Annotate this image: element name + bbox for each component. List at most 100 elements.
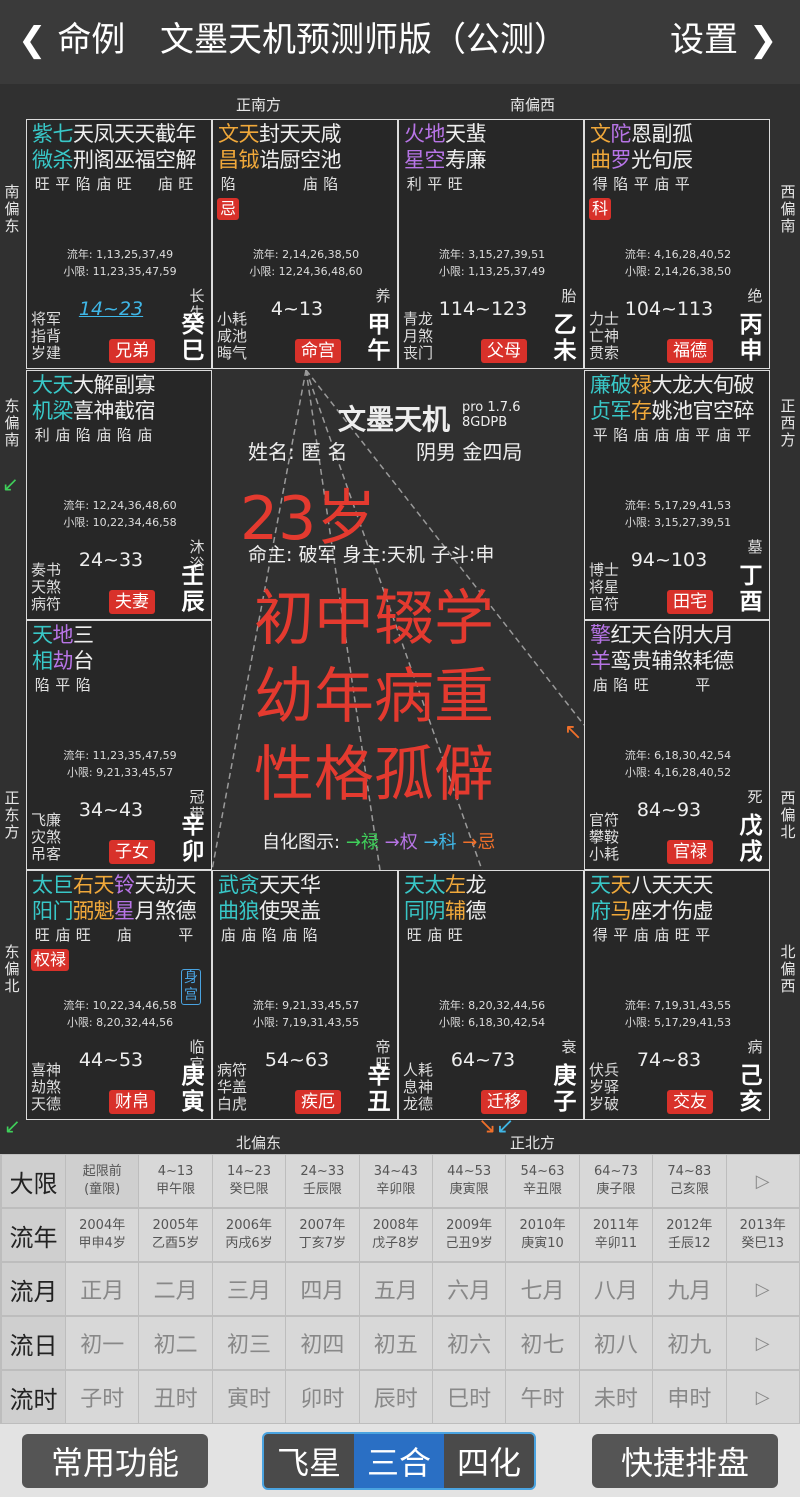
timeline-cell[interactable]: 2011年 辛卯11 <box>579 1209 653 1261</box>
life-stage: 墓 <box>747 538 763 556</box>
timeline-cell[interactable]: 2008年 戊子8岁 <box>359 1209 432 1261</box>
settings-label: 设置 <box>670 20 738 60</box>
palace-cell[interactable]: 紫 微旺七 杀平天 刑陷凤 阁庙天 巫旺天 福截 空庙年 解旺流年: 1,13,… <box>26 119 212 369</box>
timeline-cell[interactable]: 初五 <box>359 1317 432 1369</box>
next-page-button[interactable]: ▷ <box>726 1263 799 1315</box>
flow-info: 流年: 11,23,35,47,59 小限: 9,21,33,45,57 <box>27 747 211 781</box>
timeline-cell[interactable]: 初一 <box>66 1317 139 1369</box>
timeline-cell[interactable]: 初七 <box>506 1317 579 1369</box>
timeline-cell[interactable]: 八月 <box>579 1263 653 1315</box>
timeline-cell[interactable]: 正月 <box>66 1263 139 1315</box>
timeline-cell[interactable]: 卯时 <box>286 1371 359 1423</box>
next-page-button[interactable]: ▷ <box>726 1371 799 1423</box>
timeline-cell[interactable]: 子时 <box>66 1371 139 1423</box>
star-brightness: 平 <box>695 676 711 694</box>
god-item: 将军 <box>31 310 62 328</box>
timeline-cell[interactable]: 2004年 甲申4岁 <box>66 1209 139 1261</box>
cell-line1: 2008年 <box>372 1218 419 1233</box>
timeline-cell[interactable]: 34~43 辛卯限 <box>359 1155 432 1207</box>
star-brightness: 庙 <box>654 175 670 193</box>
timeline-cell[interactable]: 初九 <box>653 1317 726 1369</box>
timeline-cell[interactable]: 64~73 庚子限 <box>579 1155 653 1207</box>
timeline-cell[interactable]: 4~13 甲午限 <box>139 1155 212 1207</box>
star: 副 旬庙 <box>652 121 673 195</box>
timeline-cell[interactable]: 2013年 癸巳13 <box>726 1209 799 1261</box>
timeline-cell[interactable]: 24~33 壬辰限 <box>286 1155 359 1207</box>
palace-name: 子女 <box>109 840 155 864</box>
next-page-button[interactable]: ▷ <box>726 1317 799 1369</box>
timeline-cell[interactable]: 未时 <box>579 1371 653 1423</box>
star-name: 天 德 <box>175 873 197 923</box>
settings-button[interactable]: 设置 ❯ <box>670 18 777 62</box>
gods-list: 博士 将星 官符 <box>589 562 619 613</box>
palace-cell[interactable]: 天 府得天 马平八 座庙天 才庙天 伤旺天 虚平流年: 7,19,31,43,5… <box>584 870 770 1120</box>
timeline-cell[interactable]: 五月 <box>359 1263 432 1315</box>
cell-line1: 2006年 <box>225 1218 273 1233</box>
palace-cell[interactable]: 文 昌陷天 钺封 诰天 厨天 空庙咸 池陷忌流年: 2,14,26,38,50 小… <box>212 119 398 369</box>
star-brightness: 陷 <box>34 676 50 694</box>
timeline-cell[interactable]: 二月 <box>139 1263 212 1315</box>
timeline-cell[interactable]: 2009年 己丑9岁 <box>432 1209 506 1261</box>
common-functions-button[interactable]: 常用功能 <box>22 1434 208 1488</box>
timeline-cell[interactable]: 起限前 (童限) <box>66 1155 139 1207</box>
timeline-cell[interactable]: 九月 <box>653 1263 726 1315</box>
timeline-cell[interactable]: 申时 <box>653 1371 726 1423</box>
palace-cell[interactable]: 大 机利天 梁庙大 喜陷解 神庙副 截陷寡 宿庙流年: 12,24,36,48,… <box>26 370 212 620</box>
palace-cell[interactable]: 廉 贞平破 军陷禄 存庙大 姚庙龙 池庙大 官平旬 空庙破 碎平流年: 5,17… <box>584 370 770 620</box>
next-page-button[interactable]: ▷ <box>726 1155 799 1207</box>
star-list: 天 相陷地 劫平三 台陷 <box>32 622 94 696</box>
timeline-cell[interactable]: 四月 <box>286 1263 359 1315</box>
star-name: 龙 德 <box>465 873 487 923</box>
timeline-cell[interactable]: 初四 <box>286 1317 359 1369</box>
quick-chart-button[interactable]: 快捷排盘 <box>592 1434 778 1488</box>
direction-label: 正东方 <box>4 789 20 841</box>
palace-cell[interactable]: 天 同旺太 阴庙左 辅旺龙 德流年: 8,20,32,44,56 小限: 6,18… <box>398 870 584 1120</box>
star: 年 解旺 <box>176 121 197 195</box>
god-item: 岁驿 <box>589 1078 620 1096</box>
timeline-cell[interactable]: 丑时 <box>139 1371 212 1423</box>
gods-list: 奏书 天煞 病符 <box>31 562 61 613</box>
sihua-tab[interactable]: 四化 <box>444 1434 534 1488</box>
timeline-cell[interactable]: 44~53 庚寅限 <box>432 1155 506 1207</box>
feixing-tab[interactable]: 飞星 <box>264 1434 354 1488</box>
timeline-cell[interactable]: 巳时 <box>432 1371 506 1423</box>
palace-cell[interactable]: 天 相陷地 劫平三 台陷流年: 11,23,35,47,59 小限: 9,21,3… <box>26 620 212 870</box>
star-brightness: 旺 <box>674 926 690 944</box>
star-brightness: 得 <box>592 175 608 193</box>
timeline-cell[interactable]: 74~83 己亥限 <box>653 1155 726 1207</box>
timeline-cell[interactable]: 寅时 <box>212 1371 286 1423</box>
timeline-cell[interactable]: 2005年 乙酉5岁 <box>139 1209 212 1261</box>
star-brightness: 旺 <box>34 926 50 944</box>
palace-cell[interactable]: 擎 羊庙红 鸾陷天 贵旺台 辅阴 煞大 耗平月 德流年: 6,18,30,42,… <box>584 620 770 870</box>
star: 咸 池陷 <box>321 121 342 195</box>
timeline-cell[interactable]: 六月 <box>432 1263 506 1315</box>
timeline-cell[interactable]: 2012年 壬辰12 <box>653 1209 726 1261</box>
timeline-cell[interactable]: 辰时 <box>359 1371 432 1423</box>
timeline-cell[interactable]: 初三 <box>212 1317 286 1369</box>
legend-ke: →科 <box>423 832 457 853</box>
back-button[interactable]: ❮ 命例 <box>18 18 125 62</box>
timeline-cell[interactable]: 2006年 丙戌6岁 <box>212 1209 286 1261</box>
timeline-cell[interactable]: 初六 <box>432 1317 506 1369</box>
timeline-cell[interactable]: 14~23 癸巳限 <box>212 1155 286 1207</box>
timeline-row: 流月 正月 二月 三月 四月 五月 六月 七月 八月 九月 ▷ <box>0 1262 800 1316</box>
timeline-cell[interactable]: 三月 <box>212 1263 286 1315</box>
timeline-cell[interactable]: 午时 <box>506 1371 579 1423</box>
god-item: 官符 <box>589 811 620 829</box>
star: 破 碎平 <box>734 372 755 446</box>
palace-cell[interactable]: 太 阳旺巨 门庙右 弼旺天 魁铃 星庙天 月劫 煞天 德平权禄 身宫 流年: 10,… <box>26 870 212 1120</box>
palace-cell[interactable]: 武 曲庙贪 狼庙天 使陷天 哭庙华 盖陷流年: 9,21,33,45,57 小限:… <box>212 870 398 1120</box>
timeline-cell[interactable]: 2007年 丁亥7岁 <box>286 1209 359 1261</box>
palace-cell[interactable]: 文 曲得陀 罗陷恩 光平副 旬庙孤 辰平科流年: 4,16,28,40,52 小限… <box>584 119 770 369</box>
timeline-cell[interactable]: 七月 <box>506 1263 579 1315</box>
cell-line1: 44~53 <box>447 1164 492 1179</box>
timeline-cell[interactable]: 2010年 庚寅10 <box>506 1209 579 1261</box>
star: 天 马平 <box>611 872 632 946</box>
palace-cell[interactable]: 火 星利地 空平天 寿旺蜚 廉流年: 3,15,27,39,51 小限: 1,13… <box>398 119 584 369</box>
sanhe-tab[interactable]: 三合 <box>354 1434 444 1488</box>
star-name: 八 座 <box>631 873 652 923</box>
timeline-cell[interactable]: 初八 <box>579 1317 653 1369</box>
timeline-cell[interactable]: 初二 <box>139 1317 212 1369</box>
life-stage: 胎 <box>561 287 577 305</box>
timeline-cell[interactable]: 54~63 辛丑限 <box>506 1155 579 1207</box>
